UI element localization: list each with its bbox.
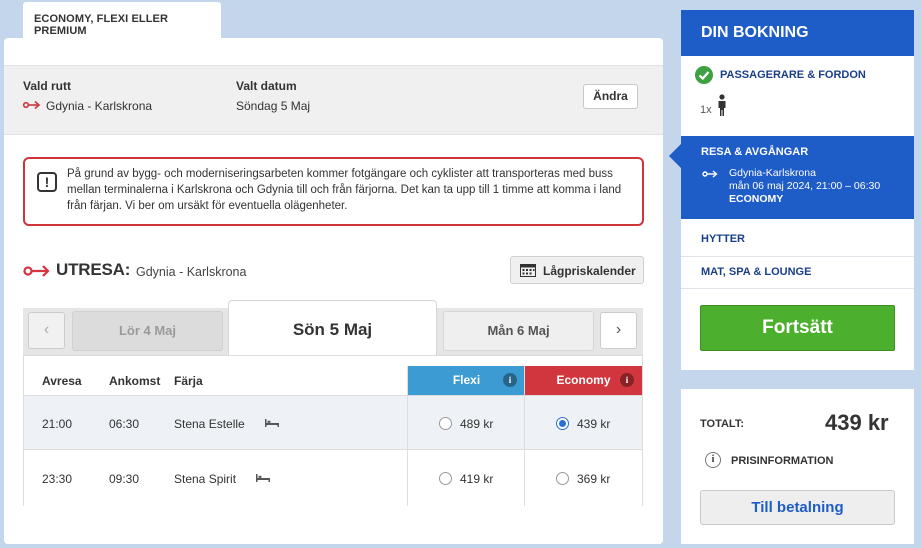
outbound-route-icon [23,265,50,277]
pay-button[interactable]: Till betalning [700,490,895,525]
check-icon [695,66,713,84]
economy-info-icon[interactable]: i [620,373,634,387]
route-value: Gdynia - Karlskrona [46,99,153,113]
alert-box: ! På grund av bygg- och moderniseringsar… [23,157,644,226]
outbound-title: UTRESA: [56,260,131,279]
total-amount: 439 kr [825,410,889,435]
calendar-icon [520,264,536,277]
header-arrive: Ankomst [109,374,161,388]
row-depart: 21:00 [42,417,73,431]
header-depart: Avresa [42,374,82,388]
outbound-route: Gdynia - Karlskrona [136,265,247,279]
economy-price: 439 kr [577,417,611,431]
economy-label: Economy [556,373,611,387]
total-label: TOTALT: [700,418,744,430]
date-value: Söndag 5 Maj [236,99,311,113]
change-button[interactable]: Ändra [583,84,638,109]
trip-route: Gdynia-Karlskrona [729,167,816,179]
economy-radio[interactable] [556,472,569,485]
passenger-count: 1x [700,104,712,116]
header-economy: Economy i [525,366,642,395]
price-info-link[interactable]: PRISINFORMATION [731,455,833,467]
flexi-price: 489 kr [460,417,494,431]
flexi-price: 419 kr [460,472,494,486]
header-flexi: Flexi i [408,366,525,395]
flexi-label: Flexi [452,373,481,387]
header-ferry: Färja [174,374,203,388]
column-divider [407,366,408,506]
divider [681,256,914,257]
route-arrow-icon [23,100,41,110]
column-divider [642,366,643,506]
step-passengers[interactable]: PASSAGERARE & FORDON [720,69,866,81]
flexi-radio[interactable] [439,417,452,430]
row-depart: 23:30 [42,472,73,486]
exclamation-icon: ! [37,172,57,192]
step-trip-title: RESA & AVGÅNGAR [701,146,809,158]
flexi-radio[interactable] [439,472,452,485]
date-tab-selected[interactable]: Sön 5 Maj [228,300,437,356]
low-price-calendar-button[interactable]: Lågpriskalender [510,256,644,284]
person-icon [718,94,726,116]
trip-class: ECONOMY [729,193,784,205]
step-cabins[interactable]: HYTTER [701,233,745,245]
tab-economy-flexi-premium[interactable]: ECONOMY, FLEXI ELLER PREMIUM [23,2,221,38]
date-tab-prev[interactable]: Lör 4 Maj [72,311,223,351]
active-step-pointer [669,144,681,168]
chevron-left-icon[interactable]: ‹ [28,312,65,349]
trip-time: mån 06 maj 2024, 21:00 – 06:30 [729,180,881,192]
date-label: Valt datum [236,79,297,93]
booking-title: DIN BOKNING [681,10,914,56]
bed-icon [256,474,270,482]
chevron-right-icon[interactable]: › [600,312,637,349]
bed-icon [265,419,279,427]
row-ferry: Stena Spirit [174,472,237,486]
row-arrive: 09:30 [109,472,140,486]
row-ferry: Stena Estelle [174,417,245,431]
row-arrive: 06:30 [109,417,140,431]
economy-price: 369 kr [577,472,611,486]
flexi-info-icon[interactable]: i [503,373,517,387]
divider [681,288,914,289]
column-divider [524,366,525,506]
economy-radio[interactable] [556,417,569,430]
route-label: Vald rutt [23,79,72,93]
info-icon[interactable]: i [705,452,721,468]
step-food-spa-lounge[interactable]: MAT, SPA & LOUNGE [701,266,811,278]
continue-button[interactable]: Fortsätt [700,305,895,351]
alert-text: På grund av bygg- och moderniseringsarbe… [67,168,622,212]
date-tab-next[interactable]: Mån 6 Maj [443,311,594,351]
route-arrow-icon [702,170,718,178]
calendar-button-label: Lågpriskalender [543,264,636,278]
